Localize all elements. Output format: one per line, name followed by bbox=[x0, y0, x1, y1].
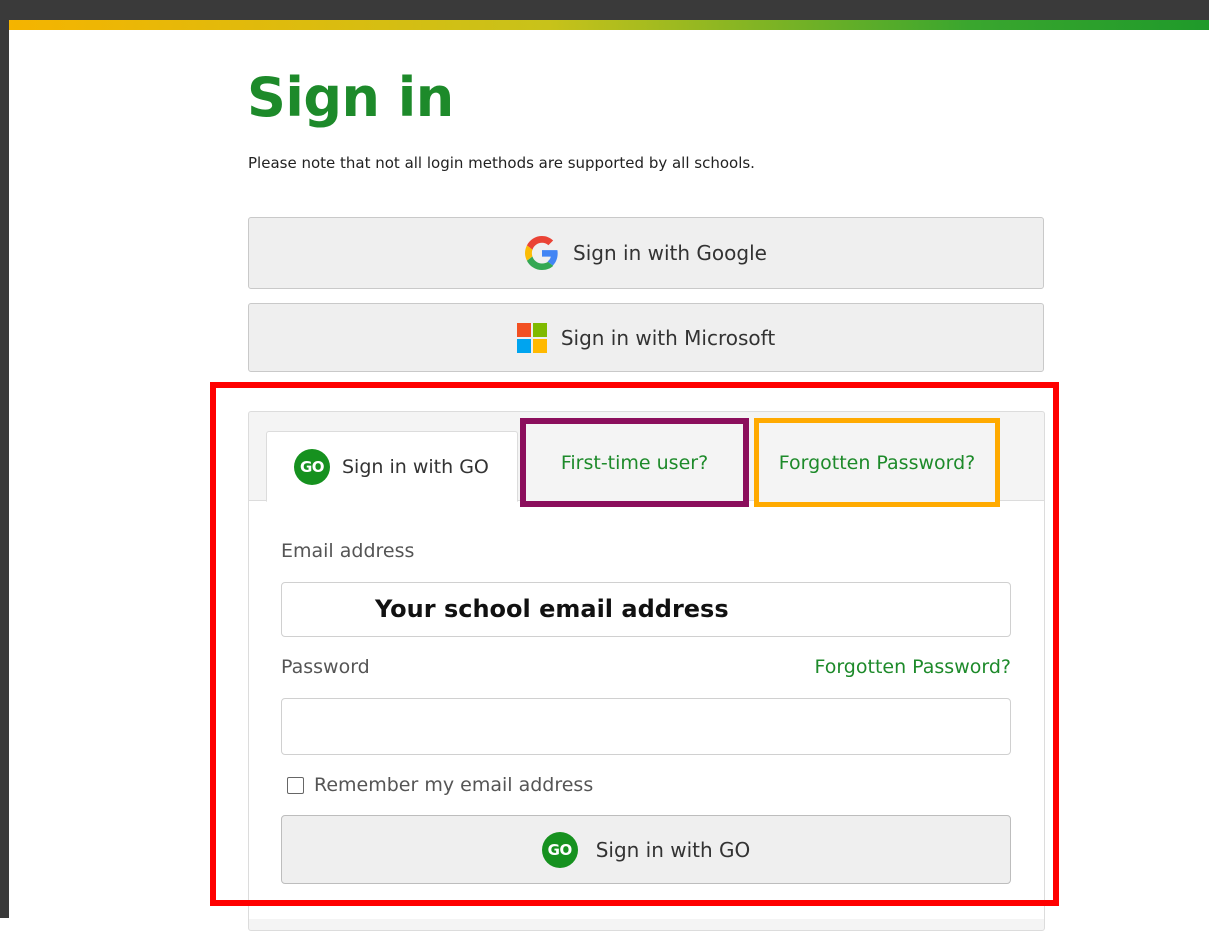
tab-sign-in-with-go[interactable]: GO Sign in with GO bbox=[266, 431, 518, 502]
sign-in-google-label: Sign in with Google bbox=[573, 241, 767, 265]
sign-in-microsoft-button[interactable]: Sign in with Microsoft bbox=[248, 303, 1044, 372]
left-frame-bar bbox=[0, 0, 9, 918]
google-icon bbox=[525, 236, 559, 270]
go-icon: GO bbox=[294, 448, 330, 485]
page-title: Sign in bbox=[247, 66, 454, 129]
tab-sign-in-with-go-label: Sign in with GO bbox=[342, 455, 489, 478]
login-methods-note: Please note that not all login methods a… bbox=[248, 154, 755, 172]
microsoft-icon bbox=[516, 322, 547, 353]
brand-color-strip bbox=[9, 20, 1209, 30]
sign-in-google-button[interactable]: Sign in with Google bbox=[248, 217, 1044, 289]
sign-in-microsoft-label: Sign in with Microsoft bbox=[560, 325, 776, 350]
top-frame-bar bbox=[0, 0, 1209, 20]
